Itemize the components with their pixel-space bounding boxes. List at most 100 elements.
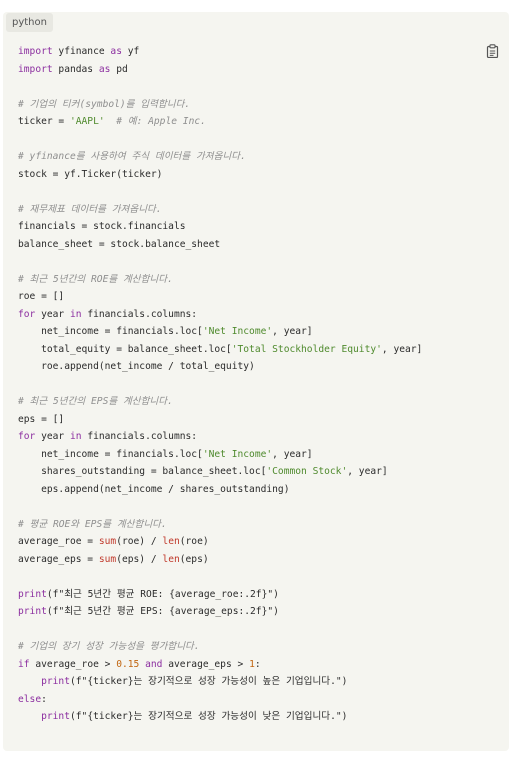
- code-token: print: [41, 676, 70, 687]
- code-line: shares_outstanding = balance_sheet.loc['…: [18, 463, 422, 481]
- code-line: average_eps = sum(eps) / len(eps): [18, 551, 422, 569]
- code-token: average_roe >: [29, 658, 117, 670]
- code-token: sum: [98, 553, 117, 565]
- code-token: 'Total Stockholder Equity': [231, 343, 382, 355]
- code-line: import pandas as pd: [18, 61, 422, 79]
- code-line: roe.append(net_income / total_equity): [18, 358, 422, 376]
- code-line: # 기업의 티커(symbol)를 입력합니다.: [18, 96, 422, 114]
- code-line: else:: [18, 691, 422, 709]
- code-token: (eps) /: [116, 553, 163, 565]
- code-token: print: [18, 588, 47, 600]
- code-token: in: [69, 308, 82, 320]
- code-token: as: [98, 63, 111, 75]
- code-token: , year]: [381, 343, 423, 355]
- code-token: # yfinance를 사용하여 주식 데이터를 가져옵니다.: [18, 151, 246, 162]
- code-token: , year]: [272, 326, 313, 337]
- code-line: import yfinance as yf: [18, 43, 422, 61]
- code-token: as: [110, 46, 122, 57]
- code-line: print(f"최근 5년간 평균 ROE: {average_roe:.2f}…: [18, 586, 422, 604]
- code-token: # 기업의 장기 성장 가능성을 평가합니다.: [18, 641, 200, 652]
- code-token: else: [18, 693, 42, 705]
- code-token: yf: [121, 46, 140, 57]
- code-line: if average_roe > 0.15 and average_eps > …: [18, 656, 422, 674]
- code-line: # 기업의 장기 성장 가능성을 평가합니다.: [18, 638, 422, 656]
- code-line: eps = []: [18, 411, 422, 429]
- code-token: roe.append(net_income / total_equity): [18, 361, 255, 372]
- code-token: (eps): [179, 553, 209, 565]
- code-line: stock = yf.Ticker(ticker): [18, 166, 422, 184]
- code-token: for: [18, 431, 36, 442]
- code-token: # 예: Apple Inc.: [116, 116, 206, 127]
- code-token: financials = stock.financials: [18, 221, 186, 232]
- copy-code-button[interactable]: [486, 43, 499, 59]
- code-token: # 평균 ROE와 EPS를 계산합니다.: [18, 518, 167, 530]
- code-token: print: [41, 711, 70, 722]
- code-token: 'AAPL': [69, 116, 105, 127]
- code-line: # 최근 5년간의 ROE를 계산합니다.: [18, 271, 422, 289]
- code-line: net_income = financials.loc['Net Income'…: [18, 323, 422, 341]
- code-token: import: [18, 46, 53, 57]
- code-token: in: [69, 431, 82, 442]
- code-token: average_eps =: [18, 553, 99, 565]
- code-block: python import yfinance as yf import panda…: [3, 12, 509, 751]
- code-token: :: [41, 693, 47, 705]
- code-line: total_equity = balance_sheet.loc['Total …: [18, 341, 422, 359]
- code-token: average_eps >: [162, 658, 250, 670]
- code-token: print: [18, 606, 47, 617]
- code-token: ticker =: [18, 116, 70, 127]
- code-token: # 최근 5년간의 ROE를 계산합니다.: [18, 273, 173, 285]
- code-line: net_income = financials.loc['Net Income'…: [18, 446, 422, 464]
- code-token: financials.columns:: [81, 308, 198, 320]
- code-line: print(f"최근 5년간 평균 EPS: {average_eps:.2f}…: [18, 603, 422, 621]
- code-token: import: [18, 63, 53, 75]
- language-label: python: [6, 13, 53, 32]
- code-token: , year]: [347, 466, 388, 477]
- code-token: , year]: [272, 448, 313, 460]
- code-token: :: [254, 658, 261, 670]
- code-token: eps = []: [18, 413, 65, 425]
- code-token: pandas: [52, 63, 99, 75]
- code-line: average_roe = sum(roe) / len(roe): [18, 533, 422, 551]
- code-token: eps.append(net_income / shares_outstandi…: [18, 483, 290, 495]
- code-token: # 기업의 티커(symbol)를 입력합니다.: [18, 98, 191, 110]
- code-line: for year in financials.columns:: [18, 306, 422, 324]
- code-token: and: [145, 658, 163, 670]
- code-token: 'Common Stock': [266, 466, 348, 477]
- code-token: (f"최근 5년간 평균 EPS: {average_eps:.2f}"): [46, 606, 279, 617]
- code-token: net_income = financials.loc[: [18, 448, 203, 460]
- code-line: # 평균 ROE와 EPS를 계산합니다.: [18, 516, 422, 534]
- code-token: stock = yf.Ticker(ticker): [18, 168, 163, 180]
- code-token: average_roe =: [18, 536, 99, 547]
- code-line: ticker = 'AAPL' # 예: Apple Inc.: [18, 113, 422, 131]
- code-line: financials = stock.financials: [18, 218, 422, 236]
- code-line: print(f"{ticker}는 장기적으로 성장 가능성이 낮은 기업입니다…: [18, 708, 422, 726]
- code-line: roe = []: [18, 288, 422, 306]
- code-token: (f"{ticker}는 장기적으로 성장 가능성이 낮은 기업입니다."): [70, 711, 348, 722]
- code-token: # 최근 5년간의 EPS를 계산합니다.: [18, 396, 173, 407]
- code-token: year: [35, 431, 70, 442]
- code-line: # 최근 5년간의 EPS를 계산합니다.: [18, 393, 422, 411]
- code-token: roe = []: [18, 291, 65, 302]
- code-token: year: [35, 308, 70, 320]
- code-token: for: [18, 308, 36, 320]
- code-content: import yfinance as yf import pandas as pd…: [18, 43, 422, 726]
- code-token: len: [162, 536, 180, 547]
- code-line: balance_sheet = stock.balance_sheet: [18, 236, 422, 254]
- code-token: len: [162, 553, 180, 565]
- code-line: print(f"{ticker}는 장기적으로 성장 가능성이 높은 기업입니다…: [18, 673, 422, 691]
- code-token: balance_sheet = stock.balance_sheet: [18, 238, 221, 250]
- code-token: financials.columns:: [81, 431, 198, 442]
- code-line: eps.append(net_income / shares_outstandi…: [18, 481, 422, 499]
- code-token: total_equity = balance_sheet.loc[: [18, 343, 232, 355]
- code-token: shares_outstanding = balance_sheet.loc[: [18, 466, 267, 477]
- code-token: 0.15: [116, 658, 140, 670]
- code-line: for year in financials.columns:: [18, 428, 422, 446]
